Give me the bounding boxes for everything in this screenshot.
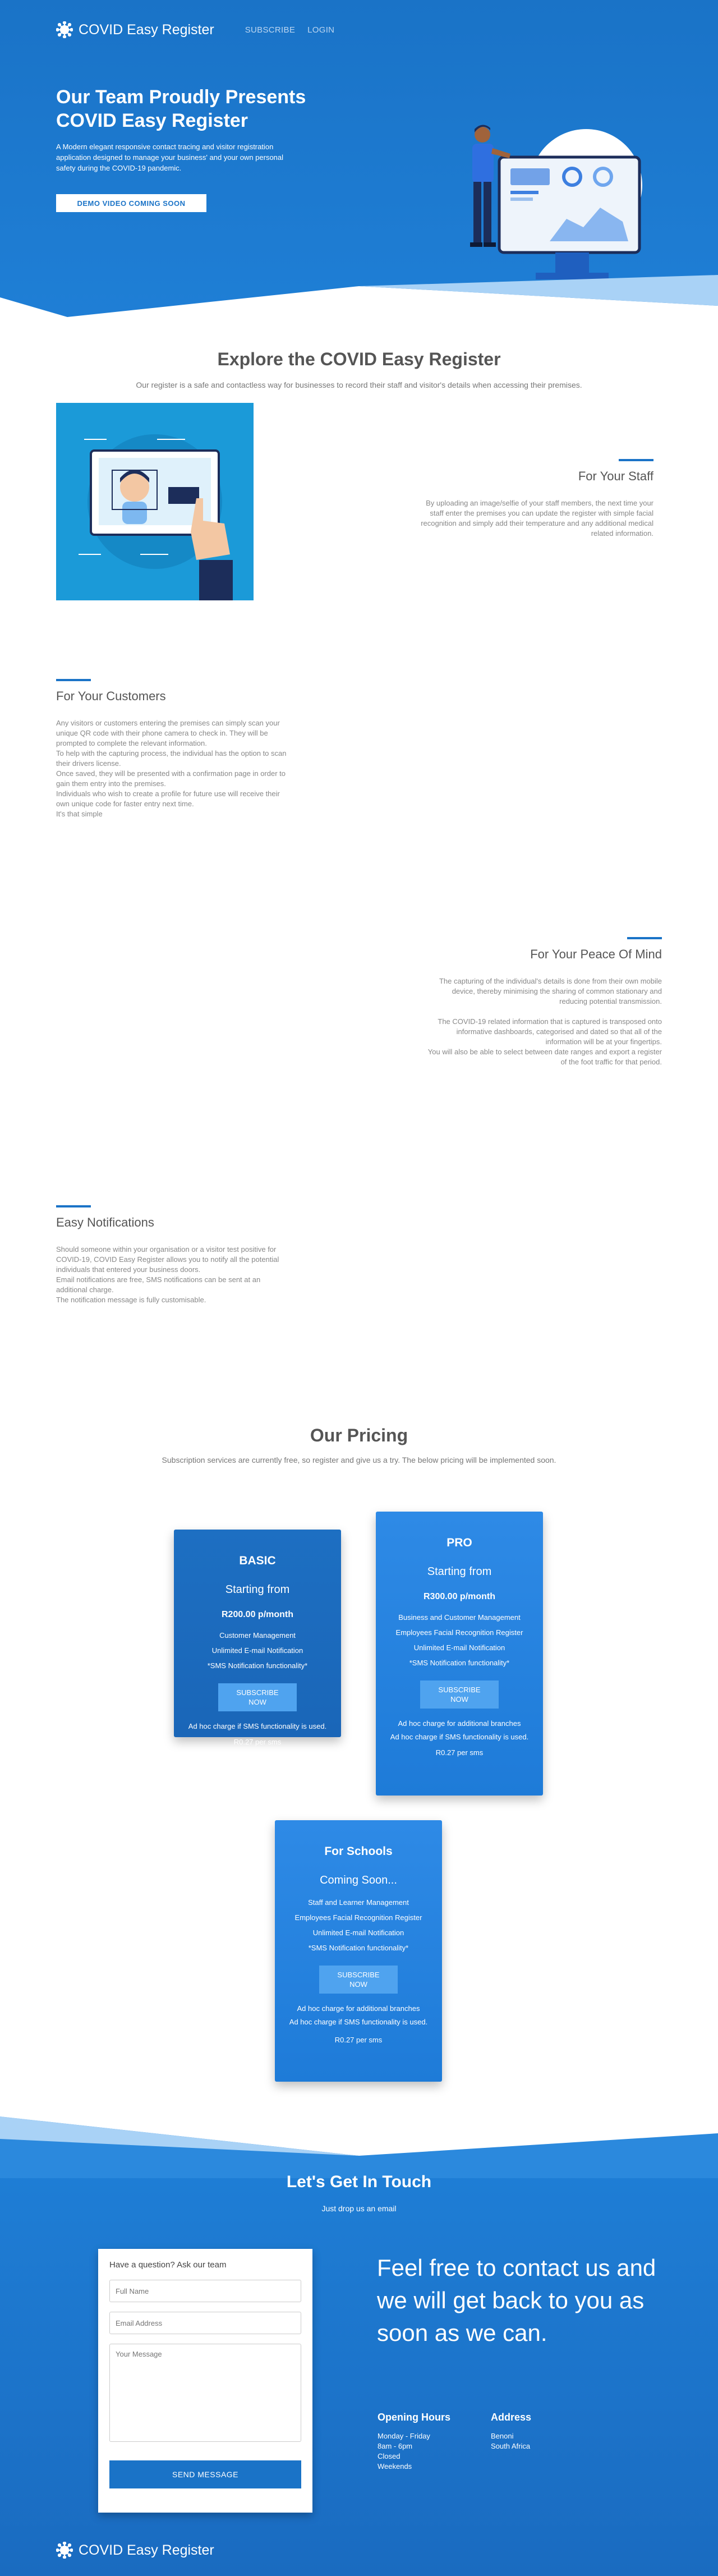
full-name-field[interactable] [109, 2280, 301, 2302]
plan-note: R0.27 per sms [435, 1748, 484, 1757]
plan-feature: Unlimited E-mail Notification [312, 1928, 404, 1937]
plan-name: BASIC [239, 1554, 276, 1567]
explore-subtitle: Our register is a safe and contactless w… [136, 380, 582, 389]
facial-recognition-illustration [56, 403, 254, 600]
feature-text: The capturing of the individual's detail… [439, 977, 662, 1005]
contact-form: Have a question? Ask our team SEND MESSA… [98, 2249, 312, 2513]
dashboard-illustration [470, 125, 642, 279]
hero-section: COVID Easy Register SUBSCRIBE LOGIN Our … [0, 0, 718, 325]
feature-title: For Your Peace Of Mind [530, 947, 662, 961]
opening-hours-title: Opening Hours [378, 2412, 450, 2423]
demo-video-button[interactable]: DEMO VIDEO COMING SOON [56, 194, 206, 212]
hero-wave-divider [0, 275, 718, 325]
opening-hours: Opening Hours Monday - Friday 8am - 6pm … [378, 2412, 450, 2472]
plan-note: R0.27 per sms [233, 1738, 282, 1746]
feature-notifications: Easy Notifications Should someone within… [56, 1205, 292, 1305]
contact-wave-divider [0, 2116, 718, 2178]
feature-text: The COVID-19 related information that is… [427, 1017, 662, 1066]
virus-icon [56, 2542, 73, 2559]
plan-starting: Starting from [225, 1583, 290, 1596]
message-field[interactable] [109, 2344, 301, 2442]
plan-feature: Unlimited E-mail Notification [413, 1643, 505, 1652]
subscribe-button[interactable]: SUBSCRIBE NOW [420, 1680, 499, 1709]
hero-title: Our Team Proudly Presents COVID Easy Reg… [56, 86, 306, 131]
nav-login-link[interactable]: LOGIN [307, 25, 334, 35]
brand-logo[interactable]: COVID Easy Register [56, 21, 214, 38]
address-block: Address Benoni South Africa [491, 2412, 531, 2451]
feature-title: For Your Customers [56, 689, 166, 703]
plan-price: R200.00 p/month [221, 1610, 294, 1619]
email-field[interactable] [109, 2312, 301, 2334]
plan-note: Ad hoc charge if SMS functionality is us… [188, 1722, 327, 1730]
subscribe-button[interactable]: SUBSCRIBE NOW [319, 1966, 398, 1994]
opening-hours-line: Monday - Friday [378, 2432, 430, 2440]
navbar: COVID Easy Register SUBSCRIBE LOGIN [56, 21, 347, 38]
plan-feature: *SMS Notification functionality* [308, 1944, 409, 1952]
footer-brand-name: COVID Easy Register [79, 2542, 214, 2558]
feature-text: Should someone within your organisation … [56, 1245, 279, 1304]
brand-name: COVID Easy Register [79, 21, 214, 38]
plan-starting: Coming Soon... [320, 1874, 397, 1886]
feature-accent-bar [619, 459, 653, 461]
address-title: Address [491, 2412, 532, 2423]
contact-tagline: Feel free to contact us and we will get … [377, 2254, 656, 2346]
plan-feature: Unlimited E-mail Notification [211, 1646, 303, 1655]
pricing-card-schools: For Schools Coming Soon... Staff and Lea… [275, 1820, 442, 2082]
plan-price: R300.00 p/month [423, 1592, 496, 1601]
subscribe-button[interactable]: SUBSCRIBE NOW [218, 1683, 297, 1711]
plan-feature: Customer Management [219, 1631, 296, 1640]
plan-feature: *SMS Notification functionality* [207, 1661, 308, 1670]
pricing-card-pro: PRO Starting from R300.00 p/month Busine… [376, 1512, 543, 1796]
plan-feature: *SMS Notification functionality* [409, 1659, 510, 1667]
send-message-button[interactable]: SEND MESSAGE [109, 2460, 301, 2488]
hero-description: A Modern elegant responsive contact trac… [56, 143, 284, 172]
feature-text: By uploading an image/selfie of your sta… [421, 499, 653, 538]
feature-accent-bar [56, 679, 91, 681]
address-line: South Africa [491, 2442, 531, 2450]
feature-accent-bar [627, 937, 662, 939]
address-line: Benoni [491, 2432, 514, 2440]
plan-note: Ad hoc charge for additional branches [398, 1719, 521, 1728]
plan-note: Ad hoc charge for additional branches [297, 2004, 420, 2013]
pricing-title: Our Pricing [310, 1425, 408, 1445]
plan-name: For Schools [324, 1845, 393, 1858]
opening-hours-line: Closed [378, 2452, 401, 2460]
plan-feature: Employees Facial Recognition Register [294, 1913, 422, 1922]
plan-note: Ad hoc charge if SMS functionality is us… [390, 1733, 529, 1741]
explore-title: Explore the COVID Easy Register [217, 349, 501, 369]
nav-subscribe-link[interactable]: SUBSCRIBE [245, 25, 295, 35]
plan-starting: Starting from [427, 1565, 492, 1578]
nav-links: SUBSCRIBE LOGIN [245, 25, 347, 35]
contact-subtitle: Just drop us an email [321, 2204, 397, 2213]
plan-feature: Staff and Learner Management [308, 1898, 409, 1907]
footer-brand[interactable]: COVID Easy Register [56, 2542, 214, 2559]
pricing-subtitle: Subscription services are currently free… [162, 1455, 556, 1464]
plan-feature: Employees Facial Recognition Register [395, 1628, 523, 1637]
feature-title: Easy Notifications [56, 1215, 154, 1229]
contact-title: Let's Get In Touch [286, 2173, 432, 2191]
pricing-card-basic: BASIC Starting from R200.00 p/month Cust… [174, 1530, 341, 1746]
feature-title: For Your Staff [578, 469, 653, 483]
plan-name: PRO [447, 1536, 472, 1549]
plan-note: R0.27 per sms [334, 2036, 383, 2044]
virus-icon [56, 21, 73, 38]
feature-staff: For Your Staff By uploading an image/sel… [418, 459, 653, 539]
plan-feature: Business and Customer Management [398, 1613, 521, 1622]
opening-hours-line: Weekends [378, 2462, 412, 2471]
feature-accent-bar [56, 1205, 91, 1207]
feature-peace-of-mind: For Your Peace Of Mind The capturing of … [426, 937, 662, 1067]
form-question: Have a question? Ask our team [109, 2260, 227, 2270]
opening-hours-line: 8am - 6pm [378, 2442, 413, 2450]
feature-text: Any visitors or customers entering the p… [56, 719, 287, 818]
feature-customers: For Your Customers Any visitors or custo… [56, 679, 292, 819]
plan-note: Ad hoc charge if SMS functionality is us… [289, 2018, 428, 2026]
